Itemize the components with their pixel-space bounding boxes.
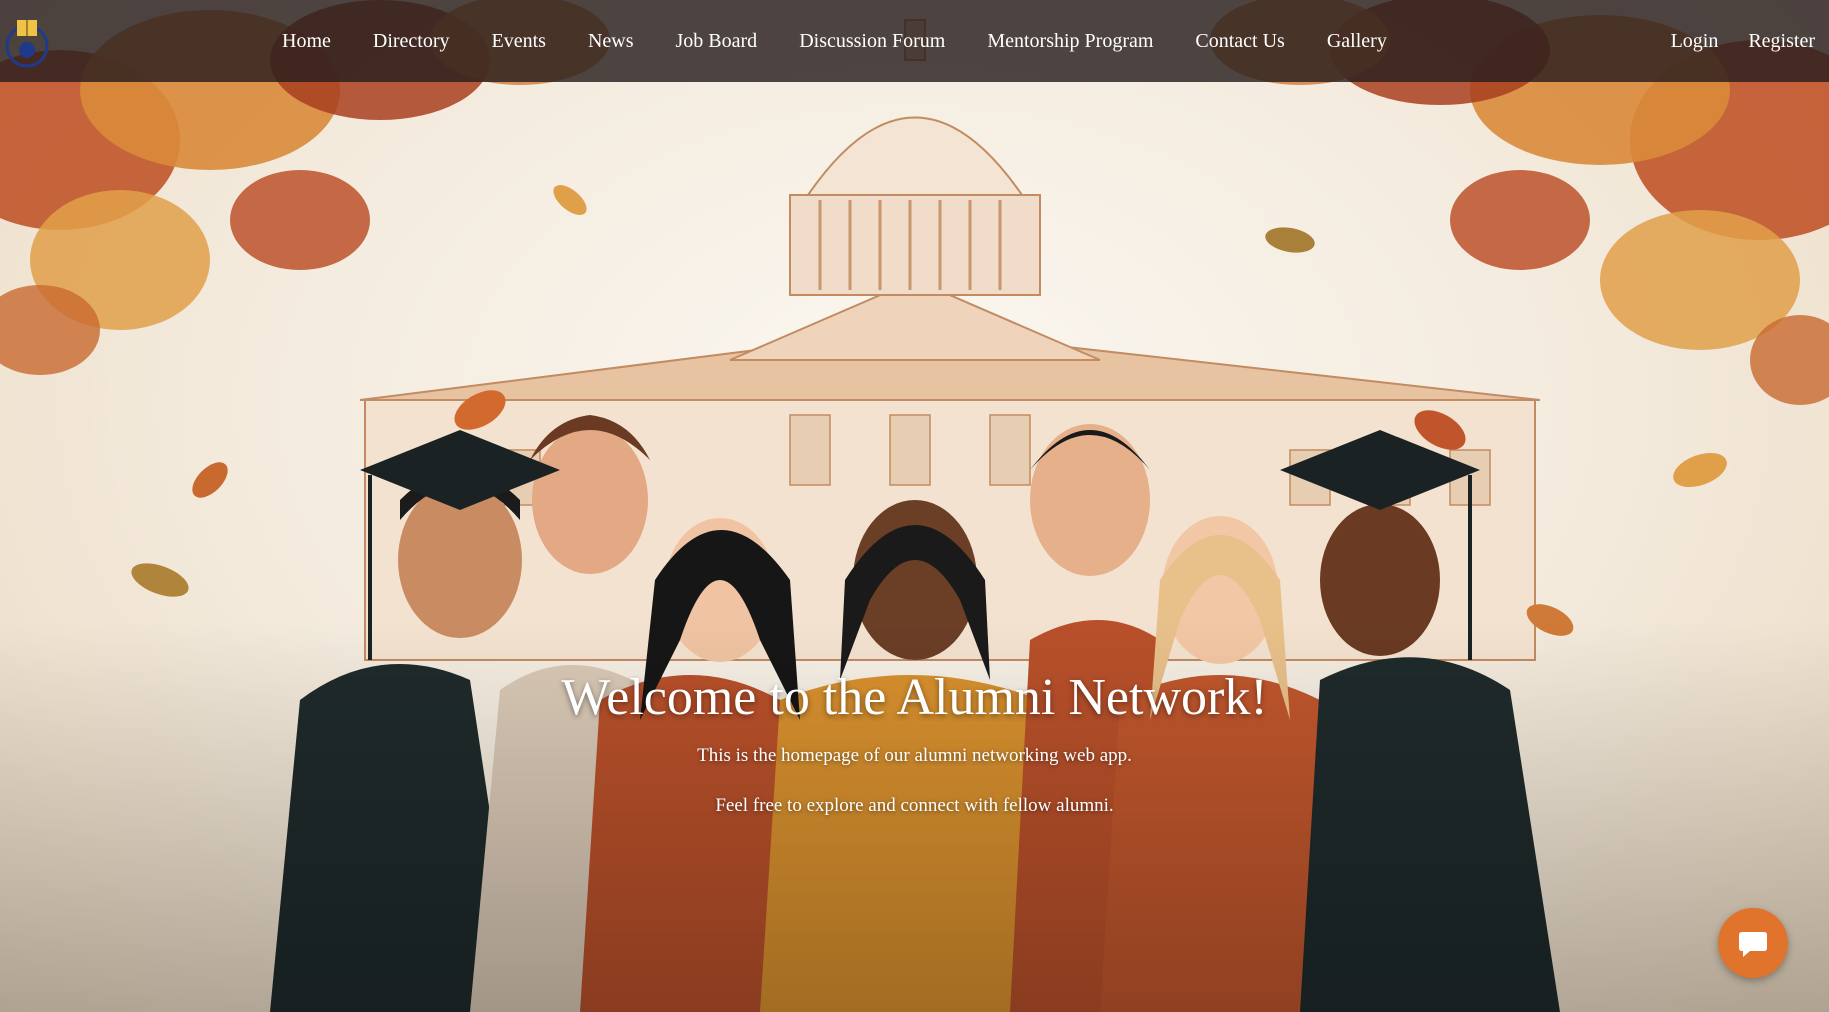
nav-gallery[interactable]: Gallery [1327, 30, 1387, 53]
top-navbar: Home Directory Events News Job Board Dis… [0, 0, 1829, 82]
nav-home[interactable]: Home [282, 30, 331, 53]
hero-background [0, 0, 1829, 1012]
nav-news[interactable]: News [588, 30, 634, 53]
register-link[interactable]: Register [1748, 30, 1815, 53]
hero-illustration [0, 0, 1829, 1012]
hero-subtitle-2: Feel free to explore and connect with fe… [715, 795, 1114, 816]
auth-links: Login Register [1641, 0, 1815, 82]
nav-discussion-forum[interactable]: Discussion Forum [799, 30, 945, 53]
chat-button[interactable] [1718, 908, 1788, 978]
nav-mentorship-program[interactable]: Mentorship Program [987, 30, 1153, 53]
nav-job-board[interactable]: Job Board [676, 30, 758, 53]
nav-contact-us[interactable]: Contact Us [1195, 30, 1284, 53]
logo-icon[interactable] [0, 6, 54, 68]
nav-events[interactable]: Events [492, 30, 546, 53]
hero-subtitle-1: This is the homepage of our alumni netwo… [697, 745, 1132, 766]
login-link[interactable]: Login [1671, 30, 1719, 53]
chat-bubble-icon [1739, 932, 1767, 957]
nav-directory[interactable]: Directory [373, 30, 450, 53]
primary-nav: Home Directory Events News Job Board Dis… [282, 0, 1429, 82]
hero-title: Welcome to the Alumni Network! [561, 669, 1268, 726]
